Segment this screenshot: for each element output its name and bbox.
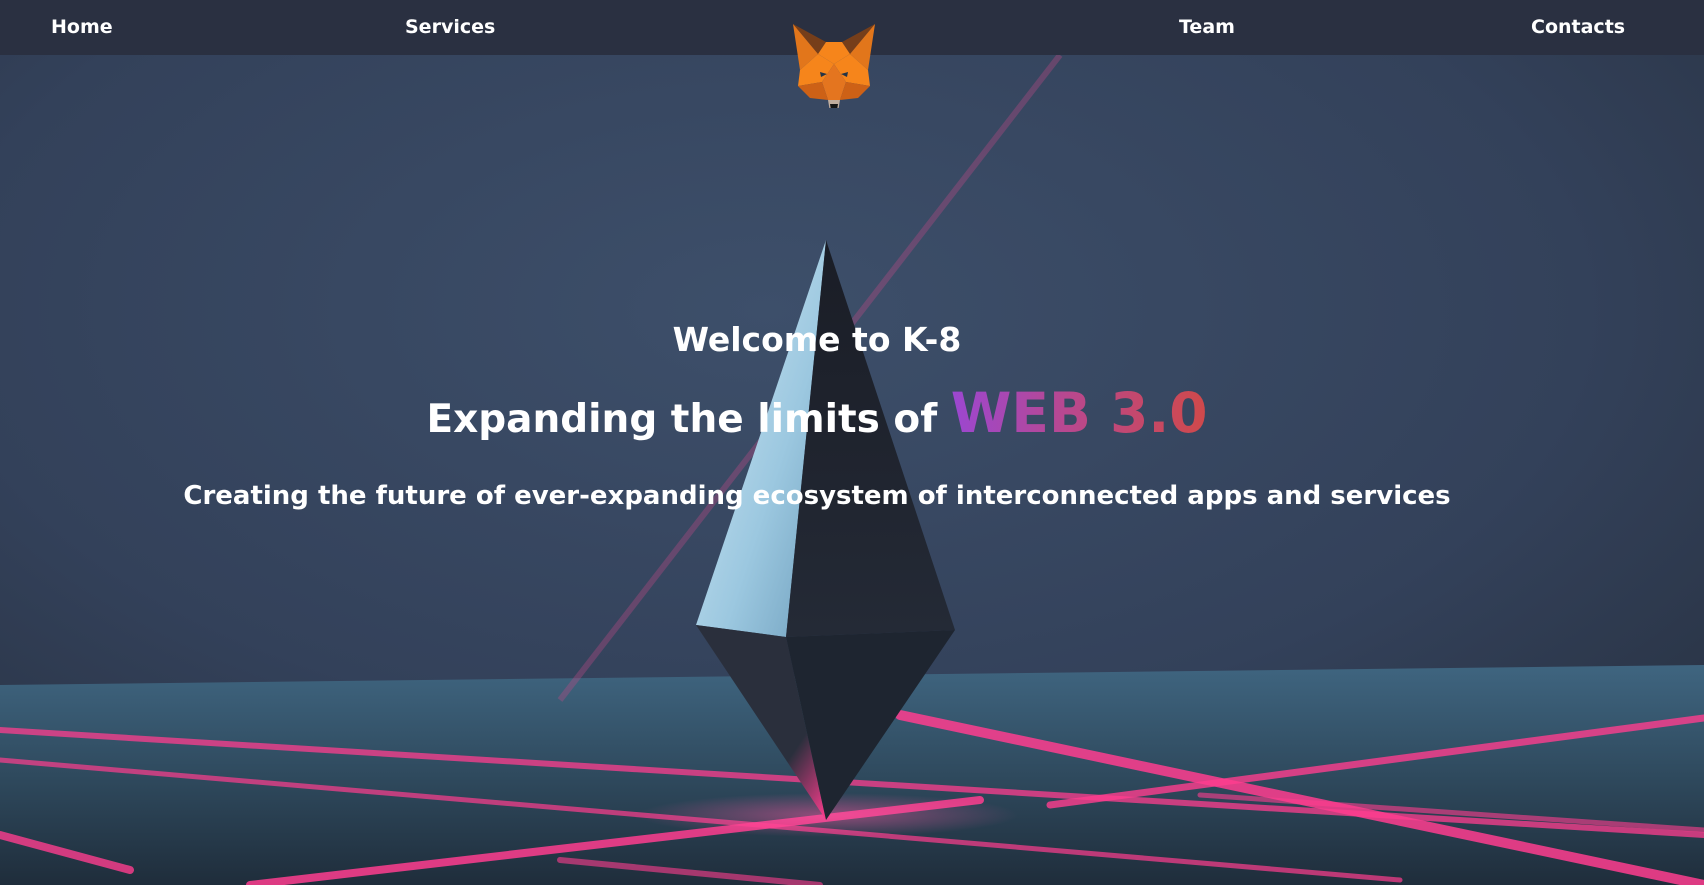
nav-link-team[interactable]: Team	[1179, 0, 1235, 55]
page: Home Services Team Contacts Welcome to K…	[0, 0, 1704, 885]
metamask-fox-icon[interactable]	[790, 20, 878, 108]
nav-link-contacts[interactable]: Contacts	[1531, 0, 1625, 55]
nav-link-services[interactable]: Services	[405, 0, 495, 55]
headline-prefix: Expanding the limits of	[426, 397, 938, 442]
nav-link-home[interactable]: Home	[51, 0, 113, 55]
headline-accent-web3: WEB 3.0	[950, 381, 1208, 445]
hero-tagline: Creating the future of ever-expanding ec…	[183, 481, 1451, 511]
hero-headline: Expanding the limits of WEB 3.0	[0, 378, 1634, 455]
welcome-heading: Welcome to K-8	[672, 320, 962, 359]
